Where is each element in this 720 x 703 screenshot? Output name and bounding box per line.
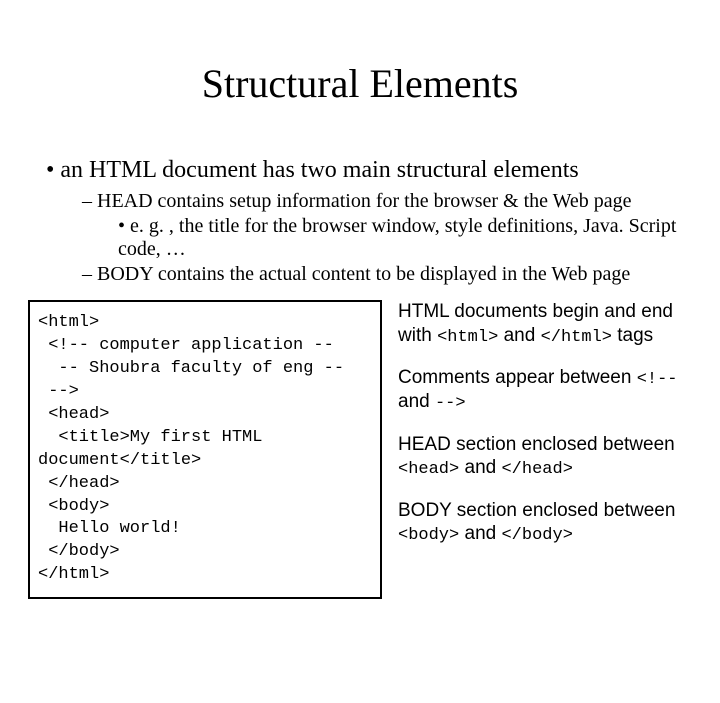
code-inline: <html> [437,328,498,347]
bullet-l2a-text: HEAD contains setup information for the … [97,190,632,212]
note-text: BODY section enclosed between [398,500,675,521]
code-line: -- Shoubra faculty of eng -- [38,358,372,381]
code-inline: </html> [541,328,612,347]
code-inline: </head> [501,460,572,479]
code-line: <!-- computer application -- [38,335,372,358]
note-body: BODY section enclosed between <body> and… [398,499,692,547]
note-head: HEAD section enclosed between <head> and… [398,433,692,481]
note-html-tags: HTML documents begin and end with <html>… [398,300,692,348]
code-line: <body> [38,496,372,519]
note-comments: Comments appear between <!-- and --> [398,366,692,415]
code-line: --> [38,381,372,404]
bullet-l3a-text: e. g. , the title for the browser window… [118,215,676,260]
code-line: <title>My first HTML [38,427,372,450]
code-inline: </body> [501,526,572,545]
code-inline: <head> [398,460,459,479]
code-line: <html> [38,312,372,335]
code-line: document</title> [38,450,372,473]
bullet-l1-text: an HTML document has two main structural… [60,157,578,183]
code-inline: --> [435,394,466,413]
code-line: </html> [38,564,372,587]
code-line: </body> [38,541,372,564]
bullet-l2a: HEAD contains setup information for the … [82,190,692,261]
code-line: <head> [38,404,372,427]
code-inline: <!-- [637,370,678,389]
note-text: and [498,325,540,346]
note-text: tags [612,325,653,346]
bullet-list: an HTML document has two main structural… [28,157,692,286]
notes-column: HTML documents begin and end with <html>… [382,300,692,565]
slide: Structural Elements an HTML document has… [0,0,720,703]
note-text: and [459,523,501,544]
note-text: HEAD section enclosed between [398,434,675,455]
slide-title: Structural Elements [28,60,692,107]
code-inline: <body> [398,526,459,545]
bullet-l1: an HTML document has two main structural… [46,157,692,286]
bullet-l2b-text: BODY contains the actual content to be d… [97,263,630,285]
bullet-l3a: e. g. , the title for the browser window… [118,215,692,261]
lower-row: <html><!-- computer application ---- Sho… [28,300,692,599]
code-line: Hello world! [38,518,372,541]
bullet-list-l2: HEAD contains setup information for the … [46,190,692,286]
note-text: Comments appear between [398,367,637,388]
bullet-l2b: BODY contains the actual content to be d… [82,263,692,286]
note-text: and [398,391,435,412]
code-example-box: <html><!-- computer application ---- Sho… [28,300,382,599]
note-text: and [459,457,501,478]
bullet-list-l3: e. g. , the title for the browser window… [82,215,692,261]
code-line: </head> [38,473,372,496]
